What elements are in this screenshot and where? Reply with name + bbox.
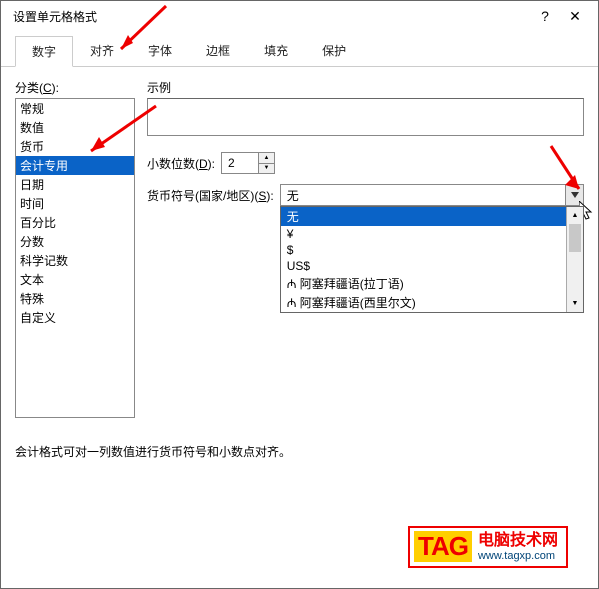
symbol-opt-az-cyrillic[interactable]: ₼ 阿塞拜疆语(西里尔文) <box>281 293 583 312</box>
cat-custom[interactable]: 自定义 <box>16 308 134 327</box>
symbol-combo[interactable]: 无 <box>280 184 584 206</box>
symbol-opt-yen[interactable]: ¥ <box>281 226 583 242</box>
tab-font[interactable]: 字体 <box>131 35 189 66</box>
symbol-value: 无 <box>281 185 565 205</box>
cat-date[interactable]: 日期 <box>16 175 134 194</box>
symbol-dropdown-list[interactable]: 无 ¥ $ US$ ₼ 阿塞拜疆语(拉丁语) ₼ 阿塞拜疆语(西里尔文) ▲ <box>280 206 584 313</box>
tab-alignment[interactable]: 对齐 <box>73 35 131 66</box>
symbol-opt-usd[interactable]: $ <box>281 242 583 258</box>
cat-time[interactable]: 时间 <box>16 194 134 213</box>
dialog-title: 设置单元格格式 <box>9 8 530 25</box>
cat-percent[interactable]: 百分比 <box>16 213 134 232</box>
decimal-row: 小数位数(D): ▲ ▼ <box>147 152 584 174</box>
spin-buttons: ▲ ▼ <box>258 153 274 173</box>
format-description: 会计格式可对一列数值进行货币符号和小数点对齐。 <box>15 443 291 460</box>
tab-border[interactable]: 边框 <box>189 35 247 66</box>
dropdown-scrollbar[interactable]: ▲ ▼ <box>566 207 583 312</box>
cat-accounting[interactable]: 会计专用 <box>16 156 134 175</box>
cat-text[interactable]: 文本 <box>16 270 134 289</box>
cat-fraction[interactable]: 分数 <box>16 232 134 251</box>
help-button[interactable]: ? <box>530 8 560 24</box>
scroll-up-icon[interactable]: ▲ <box>567 207 583 224</box>
scroll-down-icon[interactable]: ▼ <box>567 295 583 312</box>
sample-label: 示例 <box>147 79 584 96</box>
sample-box <box>147 98 584 136</box>
watermark-tag: TAG <box>414 531 472 562</box>
tab-strip: 数字 对齐 字体 边框 填充 保护 <box>1 31 598 67</box>
watermark-line1: 电脑技术网 <box>478 531 558 550</box>
cat-number[interactable]: 数值 <box>16 118 134 137</box>
decimal-label: 小数位数(D): <box>147 155 215 172</box>
symbol-row: 货币符号(国家/地区)(S): 无 无 ¥ $ US$ <box>147 184 584 206</box>
cat-special[interactable]: 特殊 <box>16 289 134 308</box>
scroll-track[interactable] <box>567 224 583 295</box>
right-pane: 示例 小数位数(D): ▲ ▼ 货币符号(国家/地区)(S): <box>147 79 584 216</box>
spin-down-icon[interactable]: ▼ <box>259 164 274 174</box>
tab-number[interactable]: 数字 <box>15 36 73 67</box>
tab-fill[interactable]: 填充 <box>247 35 305 66</box>
tab-body: 分类(C): 常规 数值 货币 会计专用 日期 时间 百分比 分数 科学记数 文… <box>1 67 598 430</box>
decimal-input[interactable] <box>222 153 258 173</box>
decimal-spin: ▲ ▼ <box>221 152 275 174</box>
cat-scientific[interactable]: 科学记数 <box>16 251 134 270</box>
symbol-label: 货币符号(国家/地区)(S): <box>147 187 274 204</box>
watermark: TAG 电脑技术网 www.tagxp.com <box>408 526 568 568</box>
symbol-opt-usd2[interactable]: US$ <box>281 258 583 274</box>
watermark-line2: www.tagxp.com <box>478 550 558 563</box>
category-listbox[interactable]: 常规 数值 货币 会计专用 日期 时间 百分比 分数 科学记数 文本 特殊 自定… <box>15 98 135 418</box>
cat-general[interactable]: 常规 <box>16 99 134 118</box>
tab-protection[interactable]: 保护 <box>305 35 363 66</box>
chevron-down-icon <box>571 192 579 198</box>
titlebar: 设置单元格格式 ? ✕ <box>1 1 598 31</box>
spin-up-icon[interactable]: ▲ <box>259 153 274 164</box>
close-button[interactable]: ✕ <box>560 8 590 25</box>
scroll-thumb[interactable] <box>569 224 581 252</box>
symbol-dropdown-button[interactable] <box>565 185 583 205</box>
format-cells-dialog: 设置单元格格式 ? ✕ 数字 对齐 字体 边框 填充 保护 分类(C): 常规 … <box>0 0 599 589</box>
cat-currency[interactable]: 货币 <box>16 137 134 156</box>
symbol-opt-az-latin[interactable]: ₼ 阿塞拜疆语(拉丁语) <box>281 274 583 293</box>
symbol-opt-none[interactable]: 无 <box>281 207 583 226</box>
